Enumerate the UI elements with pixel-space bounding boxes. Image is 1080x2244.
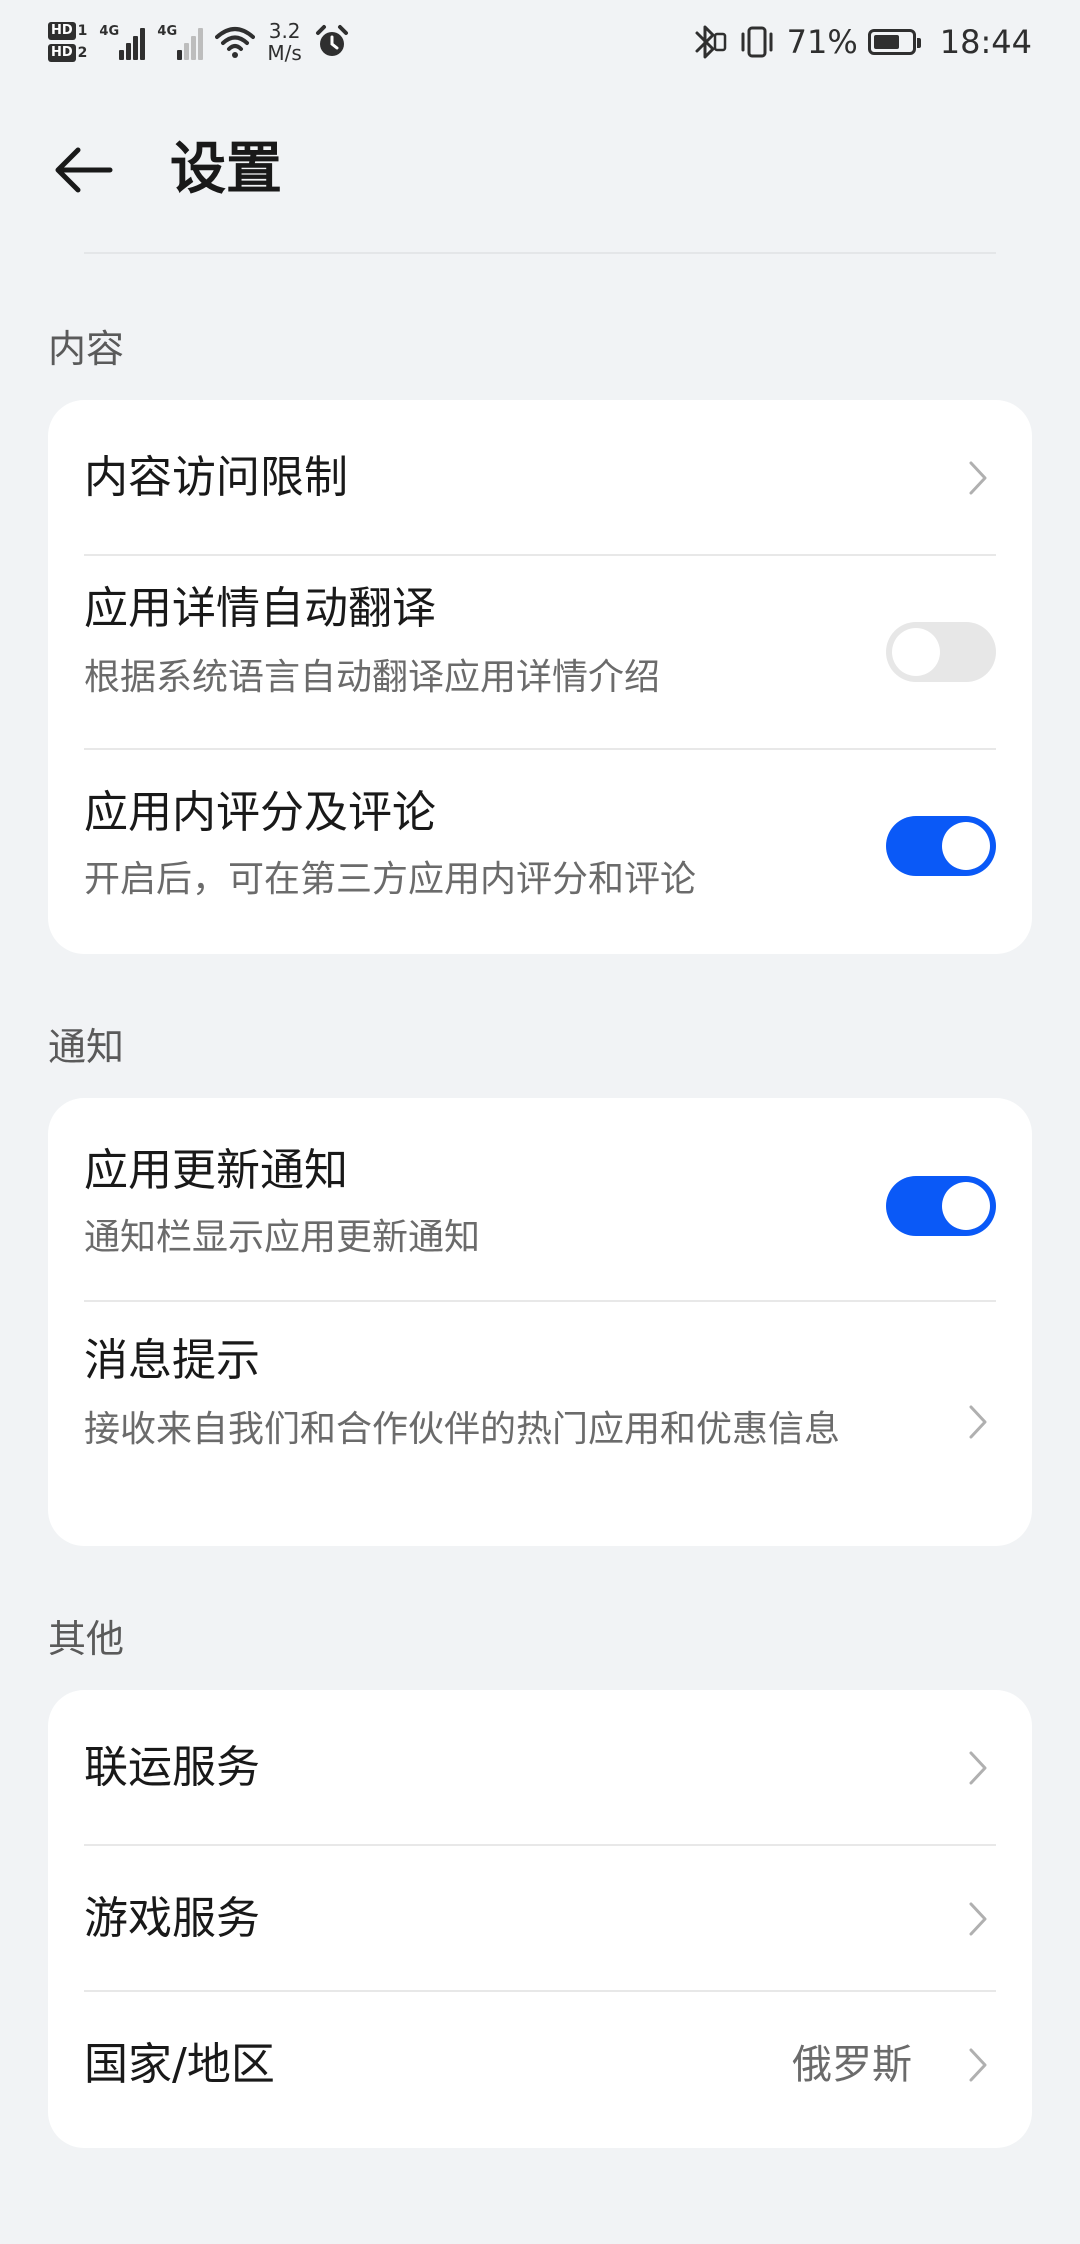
toggle-knob — [892, 628, 940, 676]
status-right: 71% 18:44 — [691, 12, 1032, 72]
setting-row-country-region[interactable]: 国家/地区 俄罗斯 — [84, 1992, 996, 2148]
wifi-icon — [215, 27, 256, 58]
signal-2-icon: 4G — [157, 24, 204, 60]
speed-value: 3.2 — [268, 19, 301, 43]
signal-bar — [119, 50, 125, 60]
content-settings-card: 内容访问限制 应用详情自动翻译 根据系统语言自动翻译应用详情介绍 应用内评分及评… — [48, 400, 1032, 954]
chevron-right-icon — [969, 1405, 987, 1439]
network-type-2: 4G — [157, 24, 178, 39]
sim1-hd-label: HD — [48, 22, 76, 40]
setting-subtitle: 通知栏显示应用更新通知 — [84, 1217, 481, 1258]
battery-fill — [873, 35, 900, 49]
setting-row-content-restriction[interactable]: 内容访问限制 — [84, 400, 996, 556]
auto-translate-toggle[interactable] — [886, 622, 996, 682]
setting-row-update-notification: 应用更新通知 通知栏显示应用更新通知 — [84, 1098, 996, 1302]
network-speed: 3.2 M/s — [267, 20, 301, 64]
sim2-number: 2 — [77, 45, 88, 61]
sim-indicators: HD 1 HD 2 — [48, 22, 87, 62]
setting-title: 应用内评分及评论 — [84, 787, 436, 838]
toggle-knob — [942, 822, 990, 870]
status-left: HD 1 HD 2 4G 4G 3.2 M/s — [48, 12, 350, 72]
setting-title: 游戏服务 — [84, 1893, 260, 1944]
notification-settings-card: 应用更新通知 通知栏显示应用更新通知 消息提示 接收来自我们和合作伙伴的热门应用… — [48, 1098, 1032, 1546]
setting-row-joint-operation[interactable]: 联运服务 — [84, 1690, 996, 1846]
section-label-content: 内容 — [48, 327, 125, 371]
network-type-1: 4G — [99, 24, 120, 39]
setting-subtitle: 接收来自我们和合作伙伴的热门应用和优惠信息 — [84, 1409, 841, 1450]
sim1-number: 1 — [77, 23, 88, 39]
sim2-hd-label: HD — [48, 44, 76, 62]
update-notification-toggle[interactable] — [886, 1176, 996, 1236]
signal-bar — [133, 36, 139, 60]
sim1-hd-badge: HD 1 — [48, 22, 87, 40]
setting-row-message-prompt[interactable]: 消息提示 接收来自我们和合作伙伴的热门应用和优惠信息 — [84, 1302, 996, 1546]
status-bar: HD 1 HD 2 4G 4G 3.2 M/s 71% 18:44 — [0, 0, 1080, 88]
toggle-knob — [942, 1182, 990, 1230]
section-label-other: 其他 — [48, 1617, 125, 1661]
setting-title: 消息提示 — [84, 1335, 260, 1386]
chevron-right-icon — [969, 1902, 987, 1936]
clock: 18:44 — [939, 23, 1032, 61]
battery-icon — [867, 29, 921, 55]
setting-title: 应用更新通知 — [84, 1145, 348, 1196]
speed-unit: M/s — [267, 41, 302, 65]
chevron-right-icon — [969, 2048, 987, 2082]
setting-row-game-service[interactable]: 游戏服务 — [84, 1846, 996, 1992]
back-arrow-icon — [55, 147, 113, 193]
header-divider — [84, 252, 996, 254]
setting-subtitle: 开启后，可在第三方应用内评分和评论 — [84, 859, 697, 900]
setting-title: 应用详情自动翻译 — [84, 583, 436, 634]
setting-subtitle: 根据系统语言自动翻译应用详情介绍 — [84, 657, 661, 698]
sim2-hd-badge: HD 2 — [48, 44, 87, 62]
country-region-value: 俄罗斯 — [792, 2042, 912, 2088]
signal-bar — [191, 36, 197, 60]
page-header: 设置 — [0, 120, 1080, 220]
setting-title: 联运服务 — [84, 1742, 260, 1793]
alarm-icon — [315, 25, 348, 56]
setting-title: 国家/地区 — [84, 2039, 275, 2090]
back-button[interactable] — [48, 138, 120, 202]
bluetooth-icon — [695, 25, 726, 59]
signal-bar — [184, 43, 190, 60]
page-title: 设置 — [170, 137, 282, 202]
signal-1-icon: 4G — [99, 24, 146, 60]
setting-row-in-app-rating: 应用内评分及评论 开启后，可在第三方应用内评分和评论 — [84, 750, 996, 954]
section-label-notify: 通知 — [48, 1025, 125, 1069]
battery-percent: 71% — [786, 23, 858, 61]
in-app-rating-toggle[interactable] — [886, 816, 996, 876]
vibrate-icon — [741, 26, 773, 58]
signal-bar — [126, 43, 132, 60]
setting-title: 内容访问限制 — [84, 452, 348, 503]
signal-bar — [198, 28, 204, 60]
chevron-right-icon — [969, 1751, 987, 1785]
chevron-right-icon — [969, 461, 987, 495]
signal-bar — [140, 28, 146, 60]
setting-row-auto-translate: 应用详情自动翻译 根据系统语言自动翻译应用详情介绍 — [84, 556, 996, 750]
other-settings-card: 联运服务 游戏服务 国家/地区 俄罗斯 — [48, 1690, 1032, 2148]
signal-bar — [177, 50, 183, 60]
